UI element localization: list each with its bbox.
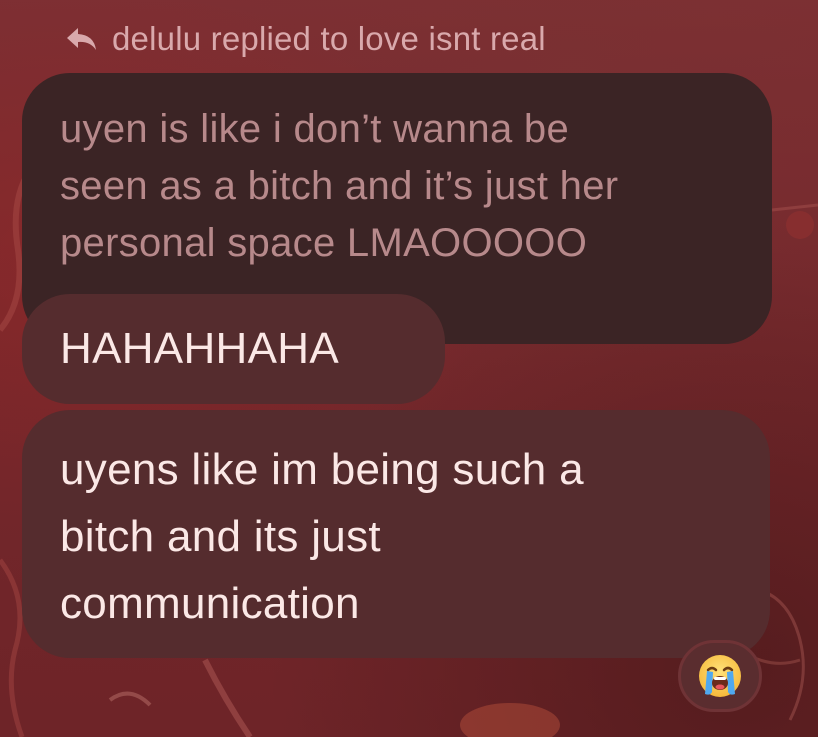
quoted-message-line: uyen is like i don’t wanna be xyxy=(60,107,570,151)
message-bubble[interactable]: HAHAHHAHA xyxy=(22,294,445,404)
message-text: HAHAHHAHA xyxy=(60,324,339,373)
loudly-crying-face-icon xyxy=(699,655,741,697)
reply-header-text: delulu replied to love isnt real xyxy=(112,20,546,57)
reply-arrow-icon xyxy=(67,28,96,50)
message-line: bitch and its just xyxy=(60,512,381,561)
message-bubble[interactable]: uyens like im being such a bitch and its… xyxy=(22,410,770,658)
reply-header: delulu replied to love isnt real xyxy=(64,18,546,60)
message-line: communication xyxy=(60,579,360,628)
message-line: uyens like im being such a xyxy=(60,445,584,494)
quoted-message-line: personal space LMAOOOOO xyxy=(60,221,588,265)
quoted-message-line: seen as a bitch and it’s just her xyxy=(60,164,619,208)
reaction-badge[interactable] xyxy=(678,640,762,712)
